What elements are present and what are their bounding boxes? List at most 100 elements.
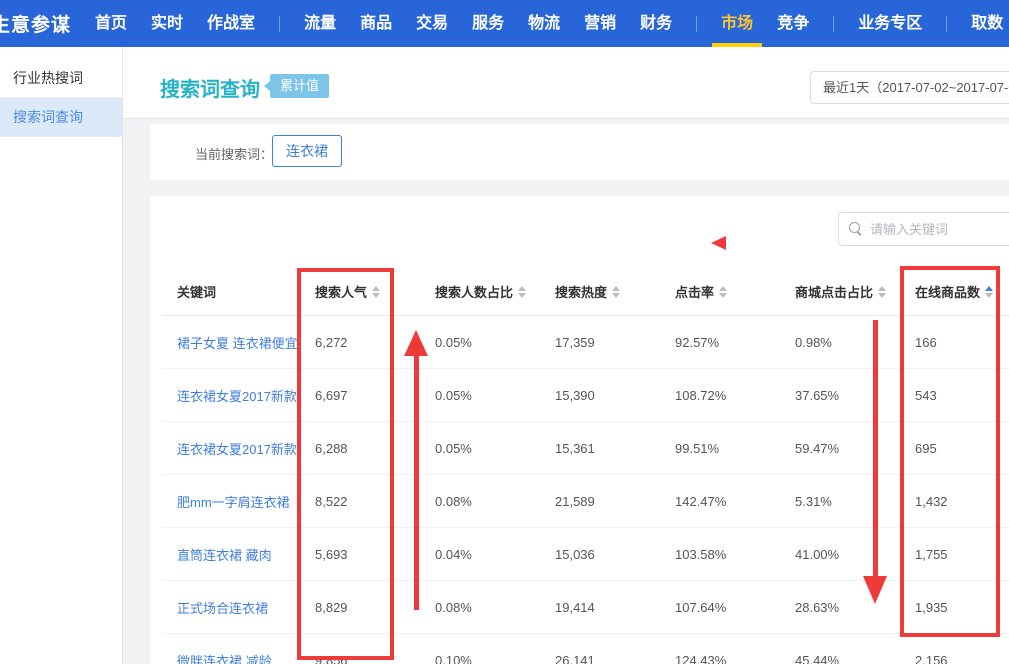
value-cell: 15,361: [540, 422, 660, 475]
value-cell: 103.58%: [660, 528, 780, 581]
column-header-关键词: 关键词: [162, 268, 300, 316]
nav-separator: [279, 16, 280, 32]
value-cell: 19,414: [540, 581, 660, 634]
keyword-link[interactable]: 连衣裙女夏2017新款...: [177, 442, 300, 457]
keywords-table: 关键词 搜索人气 搜索人数占比 搜索热度 点击率 商城点击占比 在线商品数 裙子女夏 连衣裙…: [162, 268, 1009, 664]
column-header-搜索热度[interactable]: 搜索热度: [540, 268, 660, 316]
column-header-在线商品数[interactable]: 在线商品数: [900, 268, 1009, 316]
sidebar: 行业热搜词搜索词查询: [0, 47, 123, 664]
nav-item-作战室[interactable]: 作战室: [207, 0, 255, 47]
keyword-cell: 肥mm一字肩连衣裙: [162, 475, 300, 528]
value-cell: 0.08%: [420, 581, 540, 634]
column-header-点击率[interactable]: 点击率: [660, 268, 780, 316]
column-label: 在线商品数: [915, 285, 980, 300]
keyword-link[interactable]: 连衣裙女夏2017新款...: [177, 389, 300, 404]
page-header: 搜索词查询 累计值 最近1天（2017-07-02~2017-07-02）: [123, 47, 1009, 119]
nav-item-实时[interactable]: 实时: [151, 0, 183, 47]
keyword-cell: 连衣裙女夏2017新款...: [162, 369, 300, 422]
sort-icon[interactable]: [985, 286, 993, 298]
value-cell: 6,288: [300, 422, 420, 475]
nav-item-商品[interactable]: 商品: [360, 0, 392, 47]
sort-icon[interactable]: [518, 286, 526, 298]
table-row: 正式场合连衣裙8,8290.08%19,414107.64%28.63%1,93…: [162, 581, 1009, 634]
value-cell: 41.00%: [780, 528, 900, 581]
value-cell: 8,829: [300, 581, 420, 634]
sidebar-item-搜索词查询[interactable]: 搜索词查询: [0, 98, 122, 137]
nav-separator: [696, 16, 697, 32]
value-cell: 0.05%: [420, 369, 540, 422]
keyword-link[interactable]: 直筒连衣裙 藏肉: [177, 548, 272, 563]
keyword-link[interactable]: 正式场合连衣裙: [177, 601, 268, 616]
keyword-cell: 连衣裙女夏2017新款...: [162, 422, 300, 475]
keyword-cell: 正式场合连衣裙: [162, 581, 300, 634]
value-cell: 45.44%: [780, 634, 900, 664]
nav-item-物流[interactable]: 物流: [528, 0, 560, 47]
value-cell: 9,856: [300, 634, 420, 664]
keyword-search-box: [838, 212, 1009, 246]
value-cell: 1,432: [900, 475, 1009, 528]
column-header-商城点击占比[interactable]: 商城点击占比: [780, 268, 900, 316]
keyword-link[interactable]: 裙子女夏 连衣裙便宜5..: [177, 336, 300, 351]
sidebar-item-行业热搜词[interactable]: 行业热搜词: [0, 59, 122, 98]
value-cell: 21,589: [540, 475, 660, 528]
keyword-search-input[interactable]: [870, 222, 1009, 237]
nav-items: 首页实时作战室 流量商品交易服务物流营销财务 市场竞争 业务专区 取数: [95, 0, 1003, 47]
nav-item-交易[interactable]: 交易: [416, 0, 448, 47]
search-icon: [849, 222, 863, 236]
value-cell: 695: [900, 422, 1009, 475]
keyword-cell: 微胖连衣裙 减龄: [162, 634, 300, 664]
nav-item-流量[interactable]: 流量: [304, 0, 336, 47]
column-label: 搜索热度: [555, 285, 607, 300]
current-search-term-label: 当前搜索词：: [195, 144, 273, 163]
value-cell: 15,390: [540, 369, 660, 422]
sort-icon[interactable]: [878, 286, 886, 298]
nav-item-市场[interactable]: 市场: [721, 0, 753, 47]
app-window: 生意参谋 首页实时作战室 流量商品交易服务物流营销财务 市场竞争 业务专区 取数 行业热…: [0, 0, 1009, 664]
keyword-link[interactable]: 肥mm一字肩连衣裙: [177, 495, 290, 510]
value-cell: 1,935: [900, 581, 1009, 634]
value-cell: 0.05%: [420, 316, 540, 369]
nav-item-取数[interactable]: 取数: [971, 0, 1003, 47]
search-term-tag[interactable]: 连衣裙: [272, 135, 342, 167]
sort-icon[interactable]: [612, 286, 620, 298]
value-cell: 59.47%: [780, 422, 900, 475]
nav-item-服务[interactable]: 服务: [472, 0, 504, 47]
column-header-搜索人气[interactable]: 搜索人气: [300, 268, 420, 316]
value-cell: 5.31%: [780, 475, 900, 528]
value-cell: 37.65%: [780, 369, 900, 422]
column-label: 点击率: [675, 285, 714, 300]
value-cell: 8,522: [300, 475, 420, 528]
value-cell: 2,156: [900, 634, 1009, 664]
column-label: 搜索人气: [315, 285, 367, 300]
value-cell: 142.47%: [660, 475, 780, 528]
table-row: 连衣裙女夏2017新款...6,6970.05%15,390108.72%37.…: [162, 369, 1009, 422]
nav-separator: [833, 16, 834, 32]
results-panel: 关键词 搜索人气 搜索人数占比 搜索热度 点击率 商城点击占比 在线商品数 裙子女夏 连衣裙…: [150, 196, 1009, 664]
value-cell: 17,359: [540, 316, 660, 369]
nav-item-竞争[interactable]: 竞争: [777, 0, 809, 47]
keyword-link[interactable]: 微胖连衣裙 减龄: [177, 654, 272, 664]
nav-item-业务专区[interactable]: 业务专区: [858, 0, 922, 47]
value-cell: 99.51%: [660, 422, 780, 475]
column-label: 搜索人数占比: [435, 285, 513, 300]
nav-item-财务[interactable]: 财务: [640, 0, 672, 47]
table-header-row: 关键词 搜索人气 搜索人数占比 搜索热度 点击率 商城点击占比 在线商品数: [162, 268, 1009, 316]
page-title: 搜索词查询: [160, 73, 260, 102]
column-label: 商城点击占比: [795, 285, 873, 300]
value-cell: 0.08%: [420, 475, 540, 528]
sort-icon[interactable]: [372, 286, 380, 298]
value-cell: 108.72%: [660, 369, 780, 422]
app-logo[interactable]: 生意参谋: [0, 10, 71, 37]
table-row: 微胖连衣裙 减龄9,8560.10%26,141124.43%45.44%2,1…: [162, 634, 1009, 664]
table-row: 连衣裙女夏2017新款...6,2880.05%15,36199.51%59.4…: [162, 422, 1009, 475]
nav-item-首页[interactable]: 首页: [95, 0, 127, 47]
column-label: 关键词: [177, 285, 216, 300]
value-cell: 124.43%: [660, 634, 780, 664]
date-range-picker[interactable]: 最近1天（2017-07-02~2017-07-02）: [810, 71, 1009, 104]
cumulative-value-badge: 累计值: [270, 74, 329, 98]
nav-item-营销[interactable]: 营销: [584, 0, 616, 47]
sort-icon[interactable]: [719, 286, 727, 298]
column-header-搜索人数占比[interactable]: 搜索人数占比: [420, 268, 540, 316]
value-cell: 543: [900, 369, 1009, 422]
value-cell: 6,697: [300, 369, 420, 422]
